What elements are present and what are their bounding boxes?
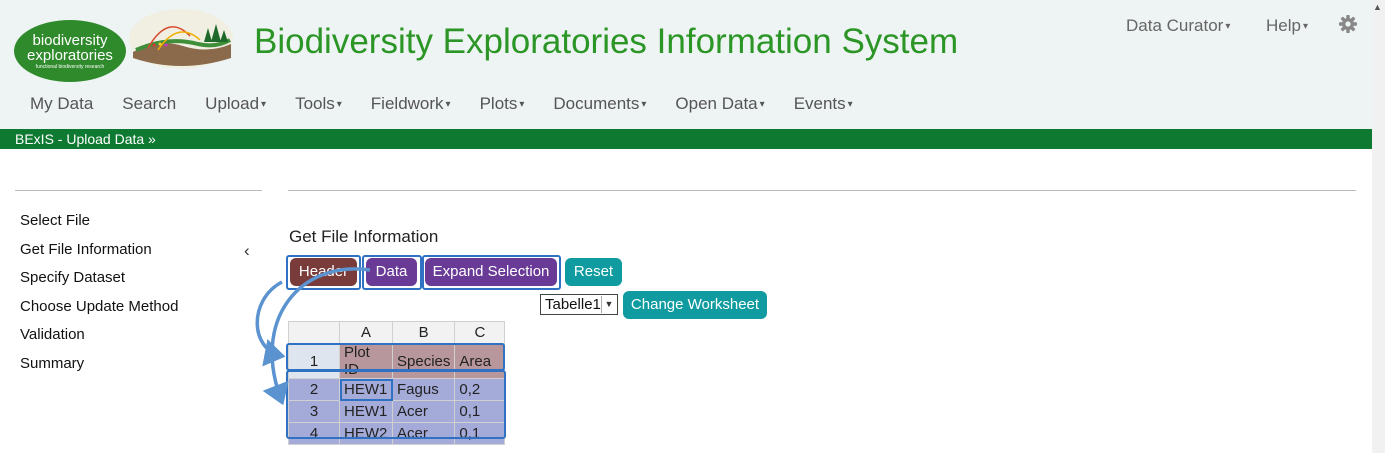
page-title: Get File Information: [289, 227, 439, 246]
wizard-steps: Select File Get File Information Specify…: [20, 212, 178, 383]
data-rows-selection-frame: [286, 370, 506, 439]
expand-selection-button[interactable]: Expand Selection: [425, 258, 557, 286]
change-worksheet-button[interactable]: Change Worksheet: [623, 291, 767, 319]
upload-data-banner[interactable]: BExIS - Upload Data »: [0, 129, 1372, 149]
data-curator-label: Data Curator: [1126, 16, 1230, 35]
gear-icon[interactable]: [1338, 14, 1358, 34]
nav-open-data[interactable]: Open Data: [675, 94, 764, 114]
logo-line1: biodiversity: [32, 32, 108, 49]
nav-upload[interactable]: Upload: [205, 94, 266, 114]
header-row-selection-frame: [286, 343, 505, 371]
nav-tools[interactable]: Tools: [295, 94, 342, 114]
site-header: biodiversity exploratories functional bi…: [0, 0, 1372, 129]
column-header-a[interactable]: A: [339, 321, 393, 344]
column-header-row: A B C: [288, 321, 506, 344]
sidebar-divider: [15, 190, 262, 191]
help-menu[interactable]: Help: [1266, 16, 1308, 36]
nav-documents[interactable]: Documents: [553, 94, 646, 114]
step-select-file[interactable]: Select File: [20, 212, 178, 241]
step-choose-update-method[interactable]: Choose Update Method: [20, 298, 178, 327]
nav-events[interactable]: Events: [794, 94, 853, 114]
worksheet-select-value: Tabelle1: [545, 296, 601, 313]
data-button[interactable]: Data: [366, 258, 417, 286]
step-get-file-information[interactable]: Get File Information: [20, 241, 178, 270]
nav-my-data[interactable]: My Data: [30, 94, 93, 114]
chevron-down-icon: ▼: [601, 296, 616, 313]
header-button[interactable]: Header: [290, 258, 357, 286]
column-header-c[interactable]: C: [454, 321, 506, 344]
step-summary[interactable]: Summary: [20, 355, 178, 384]
nav-search[interactable]: Search: [122, 94, 176, 114]
nav-fieldwork[interactable]: Fieldwork: [371, 94, 451, 114]
column-header-b[interactable]: B: [391, 321, 456, 344]
logo-line2: exploratories: [27, 47, 113, 64]
worksheet-select[interactable]: Tabelle1 ▼: [540, 294, 618, 315]
site-logo[interactable]: biodiversity exploratories functional bi…: [14, 20, 126, 82]
header-arrow: [255, 280, 286, 367]
reset-button[interactable]: Reset: [565, 258, 622, 286]
data-curator-menu[interactable]: Data Curator: [1126, 16, 1230, 36]
site-title: Biodiversity Exploratories Information S…: [254, 22, 959, 61]
step-validation[interactable]: Validation: [20, 326, 178, 355]
content-divider: [288, 190, 1356, 191]
page-scrollbar[interactable]: [1372, 0, 1385, 453]
nav-plots[interactable]: Plots: [480, 94, 525, 114]
logo-tagline: functional biodiversity research: [35, 64, 105, 70]
active-step-chevron-icon: ‹: [244, 241, 250, 260]
main-nav: My Data Search Upload Tools Fieldwork Pl…: [30, 94, 882, 114]
grid-corner-cell[interactable]: [288, 321, 340, 344]
landscape-logo-image: [129, 9, 233, 69]
step-specify-dataset[interactable]: Specify Dataset: [20, 269, 178, 298]
help-label: Help: [1266, 16, 1308, 35]
scroll-up-arrow-icon[interactable]: ▲: [1373, 2, 1382, 12]
